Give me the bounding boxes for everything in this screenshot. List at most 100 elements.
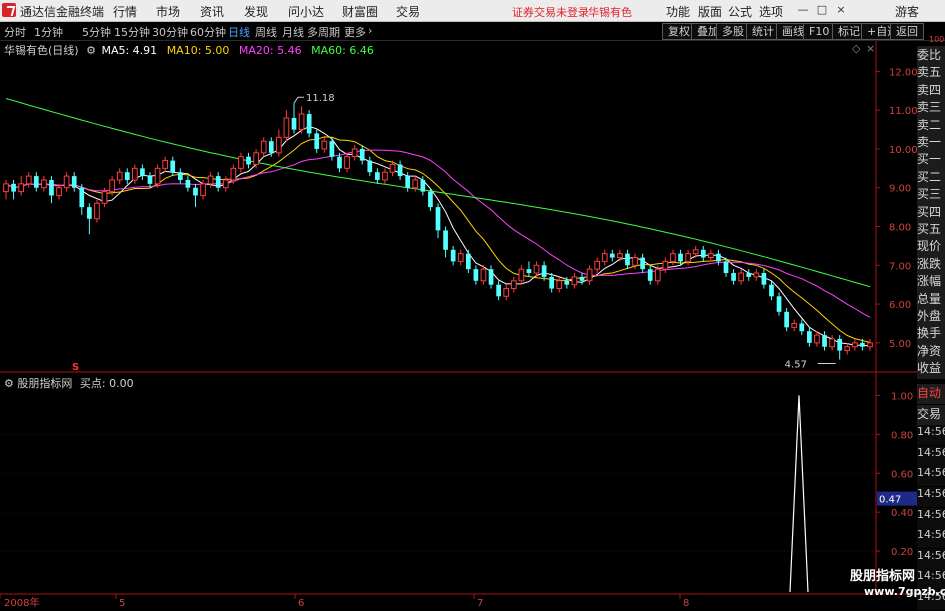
- candle-up: [260, 140, 267, 154]
- ma10-label: MA10: 5.00: [166, 44, 230, 57]
- time-tick-label: 7: [477, 598, 483, 609]
- buy-point-label: 买点: 0.00: [79, 377, 134, 390]
- candle-up: [692, 249, 699, 255]
- candle-down: [746, 273, 752, 277]
- candle-down: [822, 335, 827, 347]
- candle-down: [147, 176, 153, 184]
- candle-up: [556, 280, 563, 290]
- candle-down: [435, 207, 441, 231]
- candle-up: [63, 175, 70, 189]
- candle-down: [761, 273, 767, 285]
- candle-down: [799, 323, 805, 332]
- ma60-label: MA60: 6.46: [311, 44, 374, 57]
- ma5-label: MA5: 4.91: [101, 44, 158, 57]
- auto-trade-item-1[interactable]: 交易: [917, 404, 945, 426]
- candle-up: [662, 260, 669, 270]
- auto-trade-item-0[interactable]: 自动: [917, 384, 945, 405]
- price-tick-label: 10.00: [889, 145, 918, 156]
- candle-up: [18, 183, 25, 193]
- candle-down: [723, 261, 729, 274]
- candle-down: [405, 176, 411, 188]
- candle-up: [685, 253, 691, 262]
- candle-up: [791, 322, 798, 328]
- quote-field-18[interactable]: 收益: [917, 359, 945, 381]
- candle-down: [170, 160, 176, 173]
- candle-down: [488, 269, 494, 285]
- candle-down: [769, 284, 774, 297]
- candle-up: [457, 253, 464, 262]
- candle-up: [162, 160, 169, 169]
- sell-signal-marker: S: [72, 362, 79, 373]
- right-quote-panel: 1000委比卖五卖四卖三卖二卖一买一买二买三买四买五现价涨跌涨幅总量外盘换手净资…: [917, 35, 945, 611]
- candle-down: [397, 164, 403, 177]
- trade-time-3[interactable]: 14:56: [917, 445, 945, 467]
- time-tick-label: 5: [119, 598, 125, 609]
- trade-time-8[interactable]: 14:56: [917, 548, 945, 570]
- candle-up: [238, 156, 244, 169]
- ma10-line: [5, 136, 871, 343]
- price-tick-label: 8.00: [889, 223, 911, 234]
- candle-down: [177, 172, 183, 180]
- main-chart-header: 华锡有色(日线) ⚙ MA5: 4.91 MA10: 5.00 MA20: 5.…: [4, 42, 374, 58]
- candle-up: [533, 264, 540, 274]
- candle-up: [670, 253, 676, 262]
- candle-down: [71, 176, 77, 188]
- watermark-title: 股朋指标网: [850, 569, 916, 584]
- candle-down: [215, 176, 221, 188]
- candle-up: [412, 179, 419, 189]
- candle-down: [700, 249, 706, 258]
- candle-up: [56, 187, 62, 196]
- candle-up: [321, 140, 328, 150]
- candle-down: [420, 179, 426, 192]
- trade-time-6[interactable]: 14:56: [917, 507, 945, 529]
- candle-down: [731, 273, 736, 281]
- candle-down: [33, 176, 39, 188]
- candle-up: [601, 253, 608, 262]
- candle-down: [807, 331, 812, 343]
- candle-up: [586, 268, 593, 282]
- candle-down: [579, 276, 585, 281]
- candle-up: [632, 257, 638, 266]
- trade-time-5[interactable]: 14:56: [917, 487, 945, 508]
- chart-settings-icon[interactable]: ⚙: [86, 44, 96, 57]
- candle-down: [625, 253, 630, 266]
- candle-up: [230, 167, 237, 181]
- candle-down: [647, 269, 653, 281]
- sub-settings-icon[interactable]: ⚙: [4, 377, 14, 390]
- price-tick-label: 7.00: [889, 261, 911, 272]
- candle-down: [784, 311, 789, 328]
- high-price-label: 11.18: [306, 93, 335, 104]
- trade-time-2[interactable]: 14:56: [917, 425, 945, 447]
- candle-up: [116, 171, 123, 181]
- candle-down: [716, 253, 721, 262]
- candle-up: [200, 183, 206, 196]
- collapse-icon[interactable]: ×: [866, 42, 875, 55]
- price-tick-label: 12.00: [889, 67, 918, 78]
- candle-up: [298, 113, 305, 131]
- price-tick-label: 5.00: [889, 339, 911, 350]
- trade-time-4[interactable]: 14:56: [917, 466, 945, 488]
- candle-down: [246, 156, 251, 165]
- candle-up: [829, 338, 835, 348]
- candle-down: [526, 269, 532, 274]
- trade-time-7[interactable]: 14:56: [917, 528, 945, 550]
- sub-chart-header: ⚙ 股朋指标网 买点: 0.00: [4, 375, 134, 391]
- candle-down: [860, 342, 865, 347]
- kline-chart[interactable]: 12.00 11.00 10.00 9.00 8.00 7.00 6.00 5.00 1.00 0…: [0, 0, 945, 609]
- time-tick-label: 2008年: [4, 596, 39, 609]
- candle-down: [640, 257, 645, 270]
- candle-down: [837, 338, 843, 351]
- diamond-icon[interactable]: ◇: [852, 42, 860, 55]
- ma60-line: [5, 98, 871, 288]
- candle-down: [49, 179, 54, 196]
- price-tick-label: 11.00: [889, 106, 918, 117]
- price-tick-label: 9.00: [889, 184, 911, 195]
- candle-up: [814, 334, 820, 344]
- candle-up: [510, 280, 517, 290]
- candle-up: [351, 148, 358, 158]
- candle-up: [41, 179, 47, 189]
- candle-down: [193, 187, 198, 196]
- candle-down: [541, 265, 547, 277]
- candle-up: [480, 268, 487, 282]
- candle-up: [738, 272, 745, 282]
